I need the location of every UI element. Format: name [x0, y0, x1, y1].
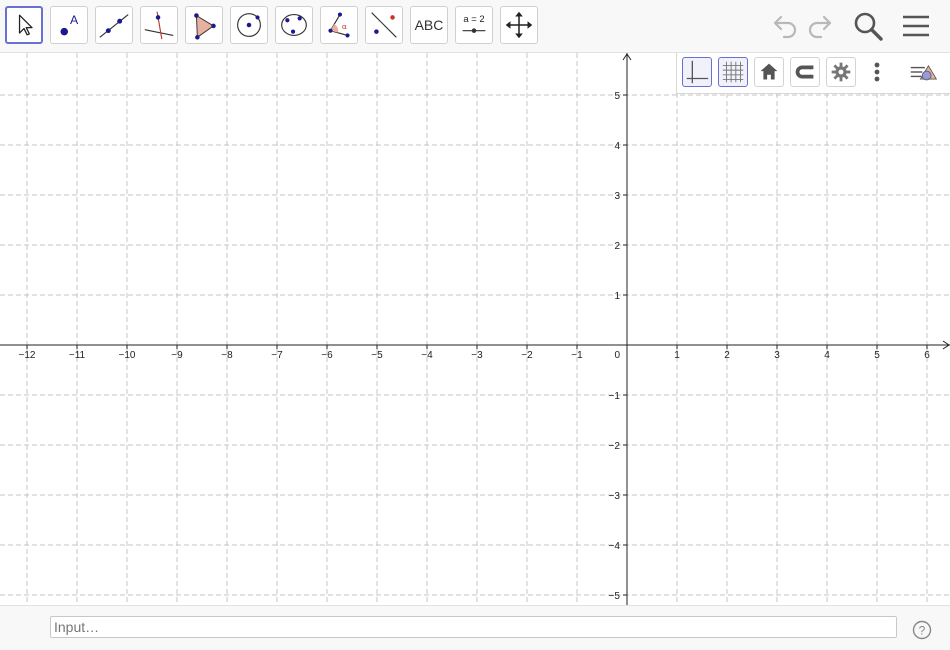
- x-tick-label: −5: [371, 350, 383, 361]
- text-tool[interactable]: ABC: [410, 6, 448, 44]
- redo-button[interactable]: [803, 8, 839, 44]
- slider-tool[interactable]: a = 2: [455, 6, 493, 44]
- axes: [0, 53, 950, 605]
- y-tick-label: −5: [609, 591, 621, 602]
- line-tool[interactable]: [95, 6, 133, 44]
- y-tick-label: −3: [609, 491, 621, 502]
- circle-with-center-icon: [237, 13, 261, 37]
- x-axis-tick-labels: −12 −11 −10 −9 −8 −7 −6 −5 −4 −3 −2 −1 1 2 3 4 5 6: [19, 350, 931, 361]
- input-help-button[interactable]: ?: [912, 620, 932, 640]
- circle-tool[interactable]: [230, 6, 268, 44]
- text-tool-label: ABC: [414, 17, 444, 33]
- algebra-input-field[interactable]: [50, 616, 897, 638]
- point-icon: A: [60, 13, 79, 36]
- grid: [0, 53, 950, 605]
- move-graphics-view-tool[interactable]: [500, 6, 538, 44]
- y-tick-label: −4: [609, 541, 621, 552]
- magnet-icon: [795, 65, 814, 79]
- grid-icon: [722, 61, 744, 83]
- y-tick-label: −2: [609, 441, 621, 452]
- x-tick-label: −7: [271, 350, 283, 361]
- y-tick-label: 5: [614, 91, 620, 102]
- x-tick-label: −1: [571, 350, 583, 361]
- x-tick-label: −6: [321, 350, 333, 361]
- angle-tool[interactable]: α: [320, 6, 358, 44]
- point-capturing-button[interactable]: [790, 57, 820, 87]
- y-axis-tick-labels: 5 4 3 2 1 −1 −2 −3 −4 −5: [609, 91, 621, 602]
- x-tick-label: −9: [171, 350, 183, 361]
- toggle-grid-button[interactable]: [718, 57, 748, 87]
- axes-icon: [686, 60, 709, 84]
- point-tool[interactable]: A: [50, 6, 88, 44]
- y-tick-label: 3: [614, 191, 620, 202]
- help-icon: ?: [912, 620, 932, 640]
- undo-button[interactable]: [766, 8, 802, 44]
- input-bar: ?: [0, 605, 950, 650]
- search-button[interactable]: [850, 8, 886, 44]
- y-tick-label: 4: [614, 141, 620, 152]
- style-bar-icon: [910, 64, 938, 81]
- x-tick-label: 2: [724, 350, 730, 361]
- reflect-tool[interactable]: [365, 6, 403, 44]
- reflect-about-line-icon: [371, 12, 397, 38]
- graphics-settings-button[interactable]: [826, 57, 856, 87]
- x-tick-label: 6: [924, 350, 930, 361]
- ellipse-tool[interactable]: [275, 6, 313, 44]
- angle-tool-label: α: [342, 22, 347, 31]
- move-arrows-icon: [505, 11, 533, 39]
- graphics-view[interactable]: −12 −11 −10 −9 −8 −7 −6 −5 −4 −3 −2 −1 1 2 3 4 5 6 5 4 3 2 1−…: [0, 53, 950, 605]
- move-tool[interactable]: [5, 6, 43, 44]
- x-tick-label: −2: [521, 350, 533, 361]
- search-icon: [854, 12, 883, 41]
- main-menu-button[interactable]: [898, 8, 934, 44]
- x-tick-label: −11: [69, 350, 86, 361]
- toggle-axes-button[interactable]: [682, 57, 712, 87]
- x-tick-label: −10: [119, 350, 136, 361]
- more-vertical-icon: [874, 62, 880, 82]
- x-tick-label: 5: [874, 350, 880, 361]
- point-tool-label: A: [70, 13, 79, 27]
- slider-tool-label: a = 2: [463, 14, 484, 25]
- conic-through-points-icon: [281, 14, 307, 36]
- redo-icon: [808, 15, 832, 39]
- x-tick-label: −8: [221, 350, 233, 361]
- x-tick-label: 3: [774, 350, 780, 361]
- slider-icon: a = 2: [462, 14, 486, 33]
- x-tick-label: −4: [421, 350, 433, 361]
- x-tick-label: 4: [824, 350, 830, 361]
- x-tick-label: −3: [471, 350, 483, 361]
- hamburger-menu-icon: [903, 15, 929, 37]
- polygon-tool[interactable]: [185, 6, 223, 44]
- more-options-button[interactable]: [862, 57, 892, 87]
- line-through-points-icon: [99, 14, 129, 38]
- standard-view-button[interactable]: [754, 57, 784, 87]
- perpendicular-line-icon: [144, 11, 174, 40]
- x-tick-label: −12: [19, 350, 36, 361]
- angle-icon: α: [328, 12, 350, 38]
- toolbar: A α ABC a = 2: [0, 0, 950, 53]
- y-tick-label: −1: [609, 391, 621, 402]
- y-tick-label: 1: [614, 291, 620, 302]
- graphics-style-bar: [676, 53, 950, 94]
- svg-text:?: ?: [919, 624, 926, 638]
- cursor-arrow-icon: [18, 14, 33, 36]
- y-tick-label: 2: [614, 241, 620, 252]
- gear-icon: [831, 62, 851, 82]
- undo-icon: [773, 15, 797, 39]
- toggle-style-bar-button[interactable]: [909, 57, 939, 87]
- perpendicular-line-tool[interactable]: [140, 6, 178, 44]
- polygon-icon: [194, 13, 216, 40]
- origin-label: 0: [614, 350, 620, 361]
- home-icon: [760, 63, 778, 80]
- x-tick-label: 1: [674, 350, 680, 361]
- coordinate-plane[interactable]: −12 −11 −10 −9 −8 −7 −6 −5 −4 −3 −2 −1 1 2 3 4 5 6 54321−…: [0, 53, 950, 605]
